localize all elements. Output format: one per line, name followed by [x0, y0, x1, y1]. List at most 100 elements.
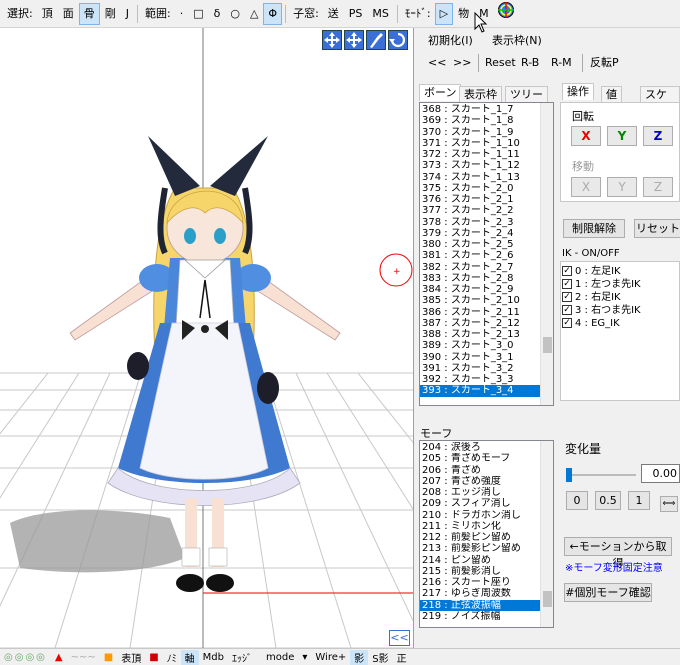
morph-list[interactable]: 204 : 涙後ろ 205 : 青ざめモーフ 206 : 青ざめ 207 : 青ざめ強…	[419, 440, 554, 628]
ik-item[interactable]: ✓ 1 : 左つま先IK	[562, 278, 641, 291]
tab-operation[interactable]: 操作	[562, 83, 594, 100]
limit-release-button[interactable]: 制限解除	[563, 219, 625, 238]
bone-list-item[interactable]: 369 : スカート_1_8	[420, 115, 553, 126]
preset-05-button[interactable]: 0.5	[595, 491, 621, 510]
bone-list-item[interactable]: 379 : スカート_2_4	[420, 228, 553, 239]
range-dot-button[interactable]: ·	[175, 3, 189, 25]
get-from-motion-button[interactable]: ←モーションから取得	[564, 537, 672, 570]
bone-list-item[interactable]: 380 : スカート_2_5	[420, 239, 553, 250]
morph-list-item[interactable]: 212 : 前髪ピン留め	[420, 532, 553, 543]
tab-bone[interactable]: ボーン	[419, 84, 462, 101]
bone-list-item[interactable]: 388 : スカート_2_13	[420, 329, 553, 340]
morph-list-item[interactable]: 217 : ゆらぎ周波数	[420, 588, 553, 599]
move-z-button[interactable]: Z	[643, 177, 673, 197]
checkbox-checked-icon[interactable]: ✓	[562, 266, 572, 276]
flip-button[interactable]: 反転P	[590, 55, 619, 71]
bone-list-item[interactable]: 371 : スカート_1_10	[420, 138, 553, 149]
rotate-x-button[interactable]: X	[571, 126, 601, 146]
bone-list-item[interactable]: 387 : スカート_2_12	[420, 318, 553, 329]
morph-list-item[interactable]: 205 : 青ざめモーフ	[420, 453, 553, 464]
bone-list-item[interactable]: 370 : スカート_1_9	[420, 127, 553, 138]
bone-list-item[interactable]: 382 : スカート_2_7	[420, 262, 553, 273]
select-face-button[interactable]: 面	[58, 3, 79, 25]
bone-list-item[interactable]: 368 : スカート_1_7	[420, 104, 553, 115]
ik-item[interactable]: ✓ 3 : 右つま先IK	[562, 304, 641, 317]
bone-list-item[interactable]: 373 : スカート_1_12	[420, 160, 553, 171]
select-bone-button[interactable]: 骨	[78, 2, 100, 25]
bone-list-item[interactable]: 390 : スカート_3_1	[420, 352, 553, 363]
range-triangle-button[interactable]: △	[245, 3, 263, 25]
target-icon[interactable]	[494, 0, 518, 27]
bone-list-item[interactable]: 393 : スカート_3_4	[420, 385, 553, 397]
morph-list-item[interactable]: 219 : ノイズ振幅	[420, 611, 553, 622]
morph-list-item[interactable]: 207 : 青ざめ強度	[420, 476, 553, 487]
bone-list-item[interactable]: 383 : スカート_2_8	[420, 273, 553, 284]
collapse-button[interactable]: <<	[389, 630, 410, 646]
window-ms-button[interactable]: MS	[367, 3, 393, 25]
rb-button[interactable]: R-B	[521, 55, 539, 71]
range-rect-button[interactable]: □	[188, 3, 208, 25]
change-slider[interactable]	[566, 468, 636, 482]
ik-item[interactable]: ✓ 4 : EG_IK	[562, 317, 620, 330]
bone-list-item[interactable]: 389 : スカート_3_0	[420, 340, 553, 351]
bone-list[interactable]: 368 : スカート_1_7 369 : スカート_1_8 370 : スカート_1…	[419, 102, 554, 406]
bone-list-item[interactable]: 374 : スカート_1_13	[420, 172, 553, 183]
expand-icon[interactable]: ⟺	[660, 496, 678, 512]
ik-item[interactable]: ✓ 2 : 右足IK	[562, 291, 621, 304]
morph-list-item[interactable]: 209 : スフィア消し	[420, 498, 553, 509]
morph-list-item[interactable]: 213 : 前髪影ピン留め	[420, 543, 553, 554]
morph-list-item[interactable]: 216 : スカート座り	[420, 577, 553, 588]
chevron-down-icon[interactable]: ▾	[298, 652, 311, 663]
triangle-icon[interactable]: ▲	[51, 652, 67, 663]
bone-list-item[interactable]: 392 : スカート_3_3	[420, 374, 553, 385]
range-circle-button[interactable]: ○	[225, 3, 245, 25]
shadow-button[interactable]: 影	[350, 649, 369, 665]
reset-button[interactable]: Reset	[485, 55, 516, 71]
morph-list-item[interactable]: 204 : 涙後ろ	[420, 442, 553, 453]
checkbox-checked-icon[interactable]: ✓	[562, 305, 572, 315]
bone-list-scrollbar[interactable]	[540, 103, 553, 405]
change-value-field[interactable]: 0.00	[641, 464, 680, 483]
bone-list-item[interactable]: 378 : スカート_2_3	[420, 217, 553, 228]
morph-list-item[interactable]: 210 : ドラガホン消し	[420, 510, 553, 521]
move-view-icon[interactable]	[322, 30, 342, 50]
preset-0-button[interactable]: 0	[566, 491, 588, 510]
morph-list-item[interactable]: 211 : ミリホン化	[420, 521, 553, 532]
slider-thumb[interactable]	[566, 468, 572, 482]
mdb-button[interactable]: Mdb	[199, 652, 228, 663]
reset-pose-button[interactable]: リセット	[634, 219, 680, 238]
select-vertex-button[interactable]: 頂	[37, 3, 58, 25]
bone-list-item[interactable]: 391 : スカート_3_2	[420, 363, 553, 374]
rotate-z-button[interactable]: Z	[643, 126, 673, 146]
prev-frame-button[interactable]: <<	[428, 55, 446, 71]
bone-list-item[interactable]: 385 : スカート_2_10	[420, 295, 553, 306]
vertex-top-button[interactable]: 表頂	[117, 650, 145, 665]
move-x-button[interactable]: X	[571, 177, 601, 197]
palette-icon[interactable]: ■	[100, 652, 117, 663]
bone-list-item[interactable]: 377 : スカート_2_2	[420, 205, 553, 216]
morph-list-item[interactable]: 214 : ピン留め	[420, 555, 553, 566]
wire-button[interactable]: Wire+	[311, 652, 350, 663]
select-rigid-button[interactable]: 剛	[100, 3, 121, 25]
display-frame-button[interactable]: 表示枠(N)	[492, 33, 542, 49]
morph-list-scrollbar[interactable]	[540, 441, 553, 627]
axis-button[interactable]: 軸	[180, 649, 199, 665]
bone-list-item[interactable]: 372 : スカート_1_11	[420, 149, 553, 160]
individual-morph-button[interactable]: #個別モーフ確認	[564, 583, 652, 602]
front-button[interactable]: 正	[393, 650, 411, 665]
select-joint-button[interactable]: J	[121, 3, 134, 25]
init-button[interactable]: 初期化(I)	[428, 33, 473, 49]
mode-dropdown[interactable]: mode	[256, 652, 298, 663]
bone-list-item[interactable]: 376 : スカート_2_1	[420, 194, 553, 205]
3d-viewport[interactable]: +	[0, 28, 413, 648]
color-swatch-icon[interactable]: ■	[145, 652, 162, 663]
rm-button[interactable]: R-M	[551, 55, 572, 71]
range-phi-button[interactable]: Φ	[263, 2, 283, 25]
sshadow-button[interactable]: S影	[368, 650, 392, 665]
move-local-icon[interactable]	[344, 30, 364, 50]
window-send-button[interactable]: 送	[323, 3, 344, 25]
bone-list-item[interactable]: 384 : スカート_2_9	[420, 284, 553, 295]
bone-list-item[interactable]: 386 : スカート_2_11	[420, 307, 553, 318]
next-frame-button[interactable]: >>	[453, 55, 471, 71]
zoom-icon[interactable]	[366, 30, 386, 50]
